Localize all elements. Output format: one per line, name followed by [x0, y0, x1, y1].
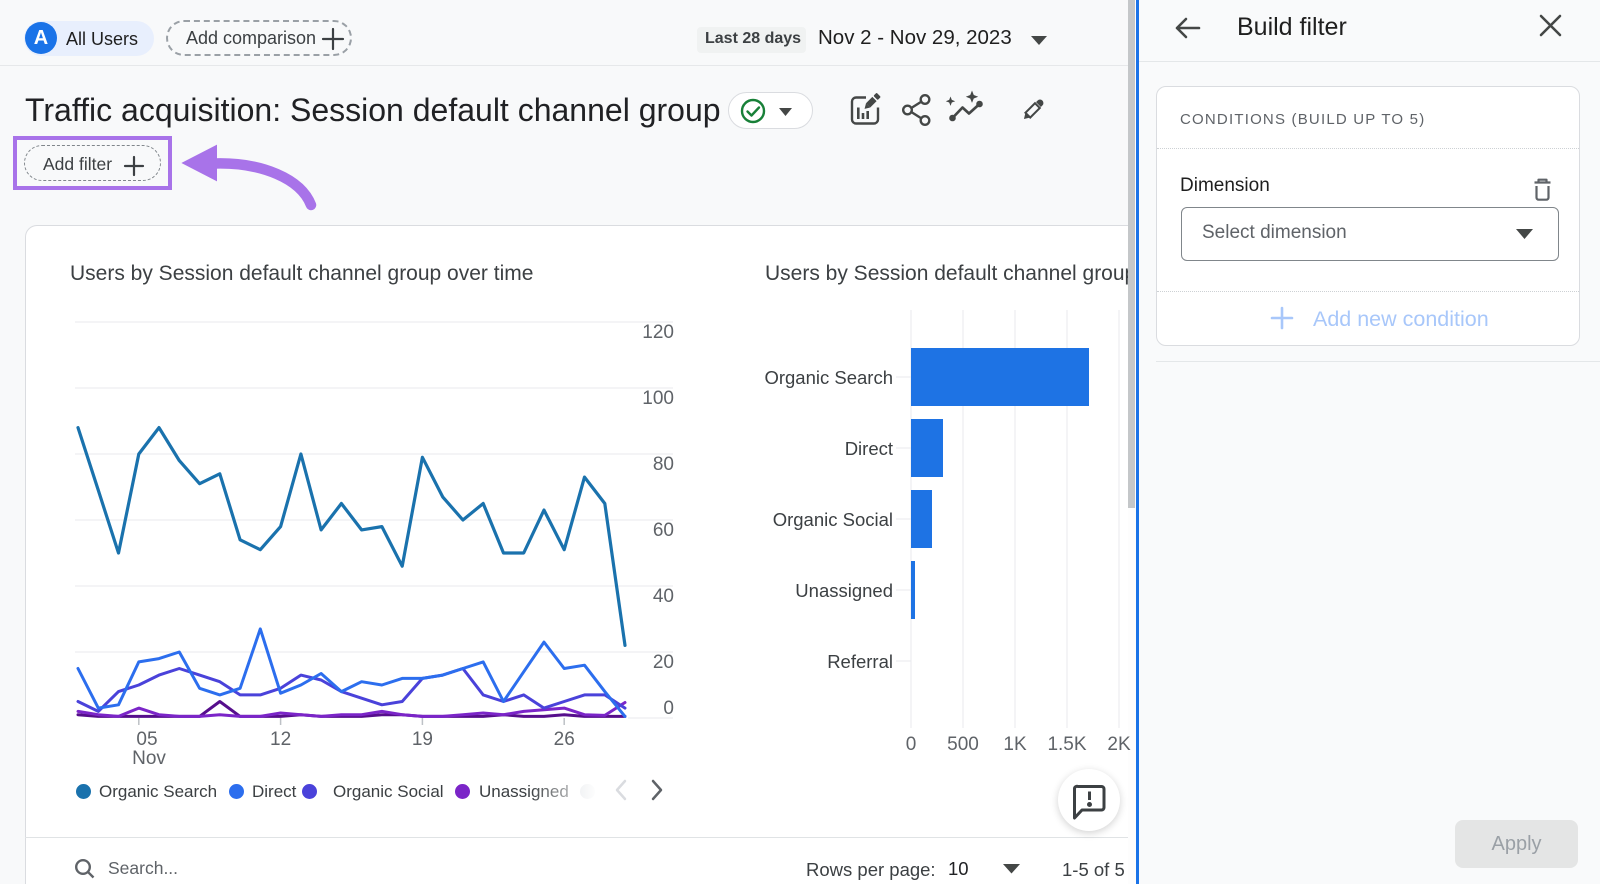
svg-text:26: 26	[554, 729, 575, 750]
svg-text:100: 100	[642, 388, 674, 409]
svg-text:40: 40	[653, 586, 674, 607]
svg-text:60: 60	[653, 520, 674, 541]
svg-text:Organic Social: Organic Social	[773, 509, 893, 530]
svg-text:19: 19	[412, 729, 433, 750]
svg-text:Referral: Referral	[827, 651, 893, 672]
svg-text:Unassigned: Unassigned	[795, 580, 893, 601]
svg-text:1K: 1K	[1003, 734, 1027, 755]
svg-text:Direct: Direct	[845, 438, 893, 459]
svg-text:Organic Search: Organic Search	[764, 367, 893, 388]
svg-text:20: 20	[653, 652, 674, 673]
svg-text:0: 0	[906, 734, 917, 755]
svg-text:2K: 2K	[1107, 734, 1131, 755]
svg-text:05: 05	[136, 729, 157, 750]
svg-text:12: 12	[270, 729, 291, 750]
svg-text:120: 120	[642, 322, 674, 343]
svg-text:Nov: Nov	[132, 748, 166, 769]
svg-text:80: 80	[653, 454, 674, 475]
svg-text:0: 0	[663, 698, 674, 719]
svg-text:500: 500	[947, 734, 979, 755]
svg-text:1.5K: 1.5K	[1047, 734, 1086, 755]
